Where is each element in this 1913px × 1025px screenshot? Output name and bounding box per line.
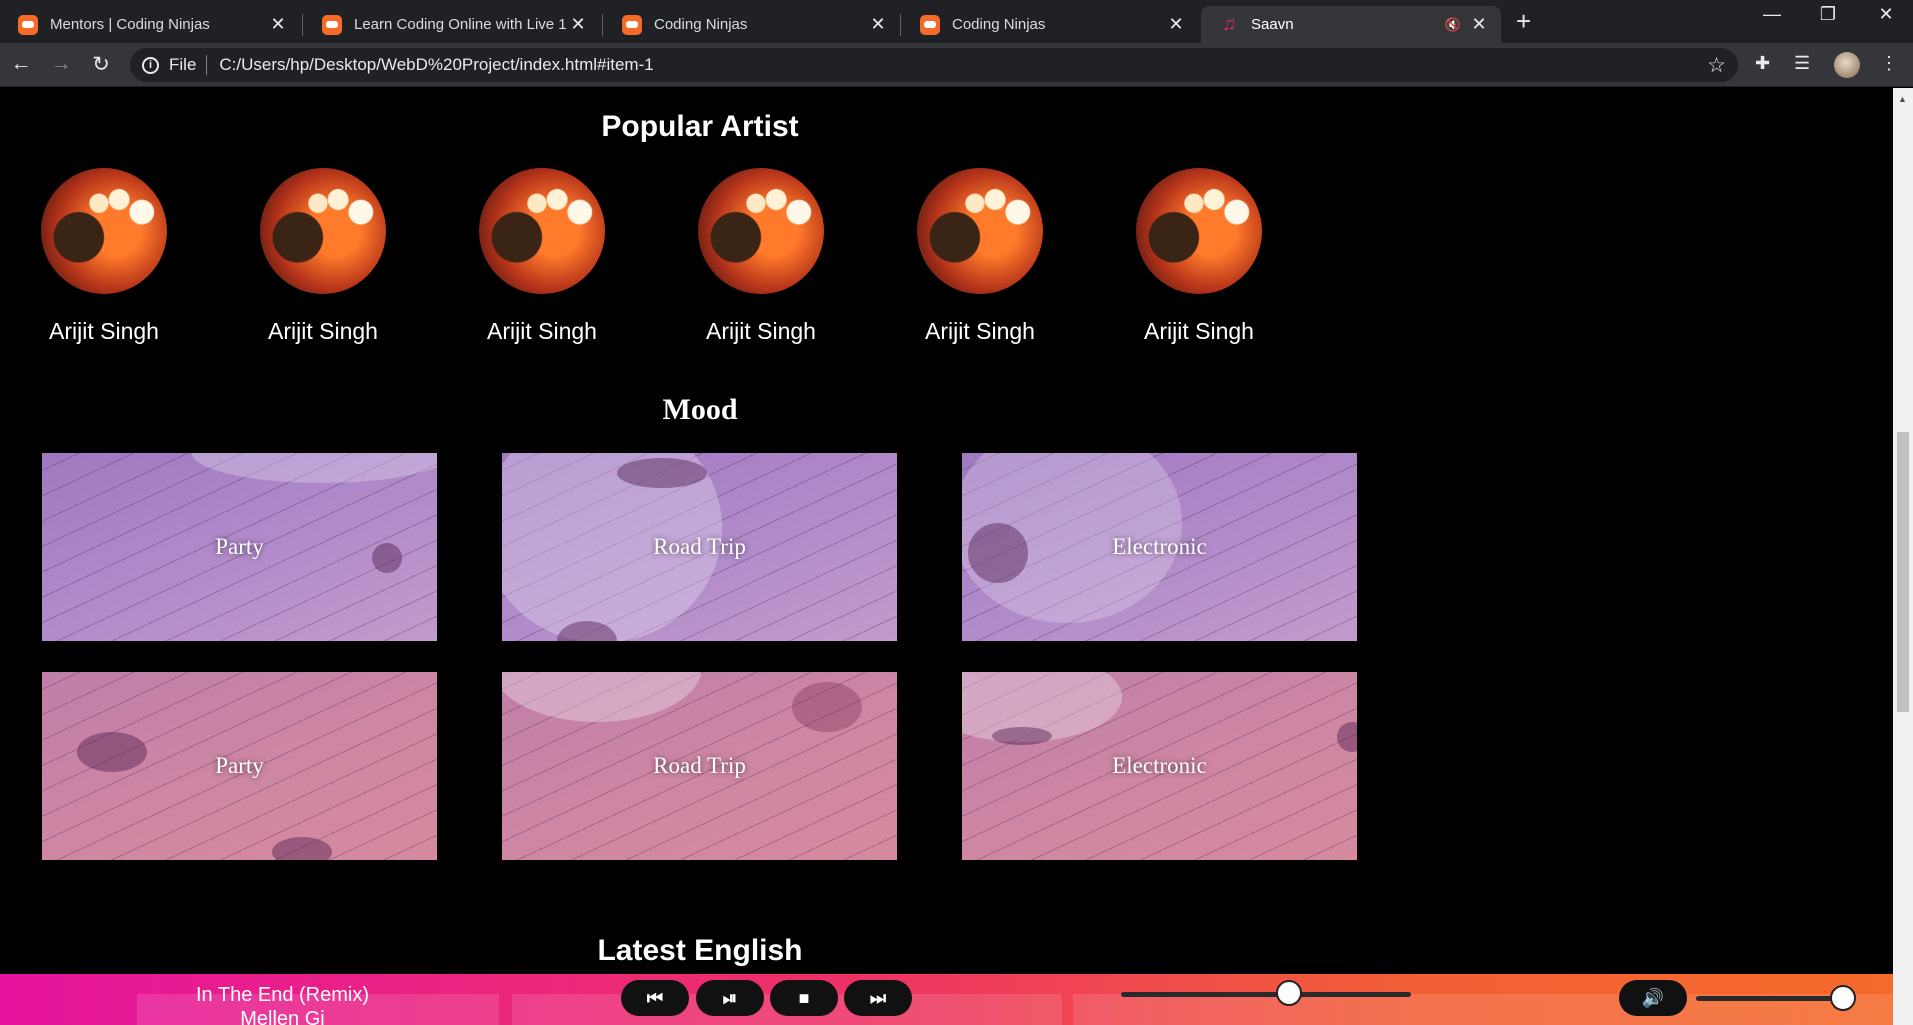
tab-coding-ninjas[interactable]: Coding Ninjas ✕ xyxy=(604,6,900,43)
artist-card[interactable]: Arijit Singh xyxy=(462,168,622,345)
music-player-bar: In The End (Remix) Mellen Gi ⏮ ⏯ ■ ⏭ 🔊 xyxy=(0,974,1893,1025)
media-controls-icon[interactable]: ☰ xyxy=(1794,53,1810,74)
play-pause-button[interactable]: ⏯ xyxy=(696,980,764,1016)
scheme-label: File xyxy=(169,55,197,74)
next-track-icon: ⏭ xyxy=(869,987,887,1008)
mood-card-road-trip[interactable]: Road Trip xyxy=(502,453,897,641)
omnibox-divider xyxy=(206,55,208,75)
stop-icon: ■ xyxy=(798,987,810,1008)
now-playing-title: In The End (Remix) xyxy=(195,984,370,1006)
mood-card-road-trip[interactable]: Road Trip xyxy=(502,672,897,860)
url-text[interactable]: C:/Users/hp/Desktop/WebD%20Project/index… xyxy=(219,55,653,75)
play-pause-icon: ⏯ xyxy=(722,987,738,1008)
tab-muted-icon[interactable]: 🔇 xyxy=(1445,17,1461,33)
mood-card-label: Party xyxy=(215,753,264,778)
artist-card[interactable]: Arijit Singh xyxy=(243,168,403,345)
popular-artist-heading: Popular Artist xyxy=(601,110,799,143)
tab-mentors[interactable]: Mentors | Coding Ninjas ✕ xyxy=(0,6,300,43)
artist-card[interactable]: Arijit Singh xyxy=(1119,168,1279,345)
artist-name: Arijit Singh xyxy=(49,318,159,344)
artist-name: Arijit Singh xyxy=(925,318,1035,344)
close-tab-icon[interactable]: ✕ xyxy=(268,14,288,35)
extensions-puzzle-icon[interactable]: ✚ xyxy=(1755,53,1770,74)
mood-card-label: Road Trip xyxy=(653,753,746,778)
site-info-icon[interactable]: i xyxy=(142,56,159,74)
close-window-icon[interactable]: ✕ xyxy=(1866,4,1906,25)
coding-ninjas-icon xyxy=(622,14,642,35)
profile-avatar[interactable] xyxy=(1834,52,1860,78)
page-content: Popular Artist Arijit Singh Arijit Singh… xyxy=(0,88,1893,1025)
artist-name: Arijit Singh xyxy=(706,318,816,344)
artist-card[interactable]: Arijit Singh xyxy=(681,168,841,345)
tab-title: Saavn xyxy=(1251,16,1294,33)
mood-card-electronic[interactable]: Electronic xyxy=(962,453,1357,641)
tab-separator xyxy=(302,14,303,36)
restore-window-icon[interactable]: ❐ xyxy=(1808,4,1848,25)
scrollbar-thumb[interactable] xyxy=(1897,432,1909,712)
artist-avatar[interactable] xyxy=(479,168,605,294)
close-tab-icon[interactable]: ✕ xyxy=(1166,14,1186,35)
artist-name: Arijit Singh xyxy=(487,318,597,344)
mood-card-electronic[interactable]: Electronic xyxy=(962,672,1357,860)
tab-separator xyxy=(900,14,901,36)
coding-ninjas-icon xyxy=(920,14,940,35)
artist-avatar[interactable] xyxy=(1136,168,1262,294)
mood-card-party[interactable]: Party xyxy=(42,672,437,860)
latest-english-heading: Latest English xyxy=(597,934,803,967)
tab-learn-coding[interactable]: Learn Coding Online with Live 1:1 ✕ xyxy=(304,6,600,43)
reload-icon[interactable]: ↻ xyxy=(88,52,114,77)
previous-track-icon: ⏮ xyxy=(646,987,664,1008)
mood-card-party[interactable]: Party xyxy=(42,453,437,641)
tab-coding-ninjas-2[interactable]: Coding Ninjas ✕ xyxy=(902,6,1198,43)
tab-title: Coding Ninjas xyxy=(952,16,1046,33)
mood-card-label: Electronic xyxy=(1112,753,1207,778)
artist-avatar[interactable] xyxy=(260,168,386,294)
artist-avatar[interactable] xyxy=(41,168,167,294)
previous-track-button[interactable]: ⏮ xyxy=(621,980,689,1016)
mood-card-label: Road Trip xyxy=(653,534,746,559)
progress-slider-thumb[interactable] xyxy=(1276,980,1303,1006)
browser-tab-bar: Mentors | Coding Ninjas ✕ Learn Coding O… xyxy=(0,0,1913,43)
scroll-up-arrow-icon[interactable]: ▲ xyxy=(1898,94,1907,104)
new-tab-button[interactable]: + xyxy=(1516,6,1531,37)
forward-arrow-icon[interactable]: → xyxy=(48,52,74,76)
volume-slider-thumb[interactable] xyxy=(1830,985,1856,1011)
page-scrollbar[interactable]: ▲ xyxy=(1893,88,1913,1025)
stop-button[interactable]: ■ xyxy=(770,980,838,1016)
more-menu-icon[interactable]: ⋮ xyxy=(1880,53,1898,74)
close-tab-icon[interactable]: ✕ xyxy=(1469,14,1489,35)
browser-toolbar: ← → ↻ i File C:/Users/hp/Desktop/WebD%20… xyxy=(0,43,1913,87)
volume-button[interactable]: 🔊 xyxy=(1619,980,1687,1016)
back-arrow-icon[interactable]: ← xyxy=(8,52,34,76)
close-tab-icon[interactable]: ✕ xyxy=(868,14,888,35)
tab-title: Coding Ninjas xyxy=(654,16,748,33)
artist-avatar[interactable] xyxy=(917,168,1043,294)
mood-card-label: Party xyxy=(215,534,264,559)
artist-name: Arijit Singh xyxy=(1144,318,1254,344)
mood-card-label: Electronic xyxy=(1112,534,1207,559)
address-bar[interactable]: i File C:/Users/hp/Desktop/WebD%20Projec… xyxy=(130,48,1738,82)
bookmark-star-icon[interactable]: ☆ xyxy=(1707,53,1726,78)
next-track-button[interactable]: ⏭ xyxy=(844,980,912,1016)
close-tab-icon[interactable]: ✕ xyxy=(568,14,588,35)
artist-card[interactable]: Arijit Singh xyxy=(24,168,184,345)
mood-heading: Mood xyxy=(662,393,738,426)
now-playing-artist: Mellen Gi xyxy=(240,1008,325,1025)
tab-separator xyxy=(602,14,603,36)
music-note-icon: ♫ xyxy=(1221,13,1237,35)
speaker-icon: 🔊 xyxy=(1641,987,1665,1008)
artist-avatar[interactable] xyxy=(698,168,824,294)
minimize-window-icon[interactable]: — xyxy=(1752,4,1792,25)
tab-saavn[interactable]: ♫ Saavn 🔇 ✕ xyxy=(1201,6,1501,43)
progress-slider[interactable] xyxy=(1121,992,1411,997)
coding-ninjas-icon xyxy=(322,14,342,35)
tab-title: Learn Coding Online with Live 1:1 xyxy=(354,16,568,33)
artist-card[interactable]: Arijit Singh xyxy=(900,168,1060,345)
artist-name: Arijit Singh xyxy=(268,318,378,344)
coding-ninjas-icon xyxy=(18,14,38,35)
tab-title: Mentors | Coding Ninjas xyxy=(50,16,210,33)
